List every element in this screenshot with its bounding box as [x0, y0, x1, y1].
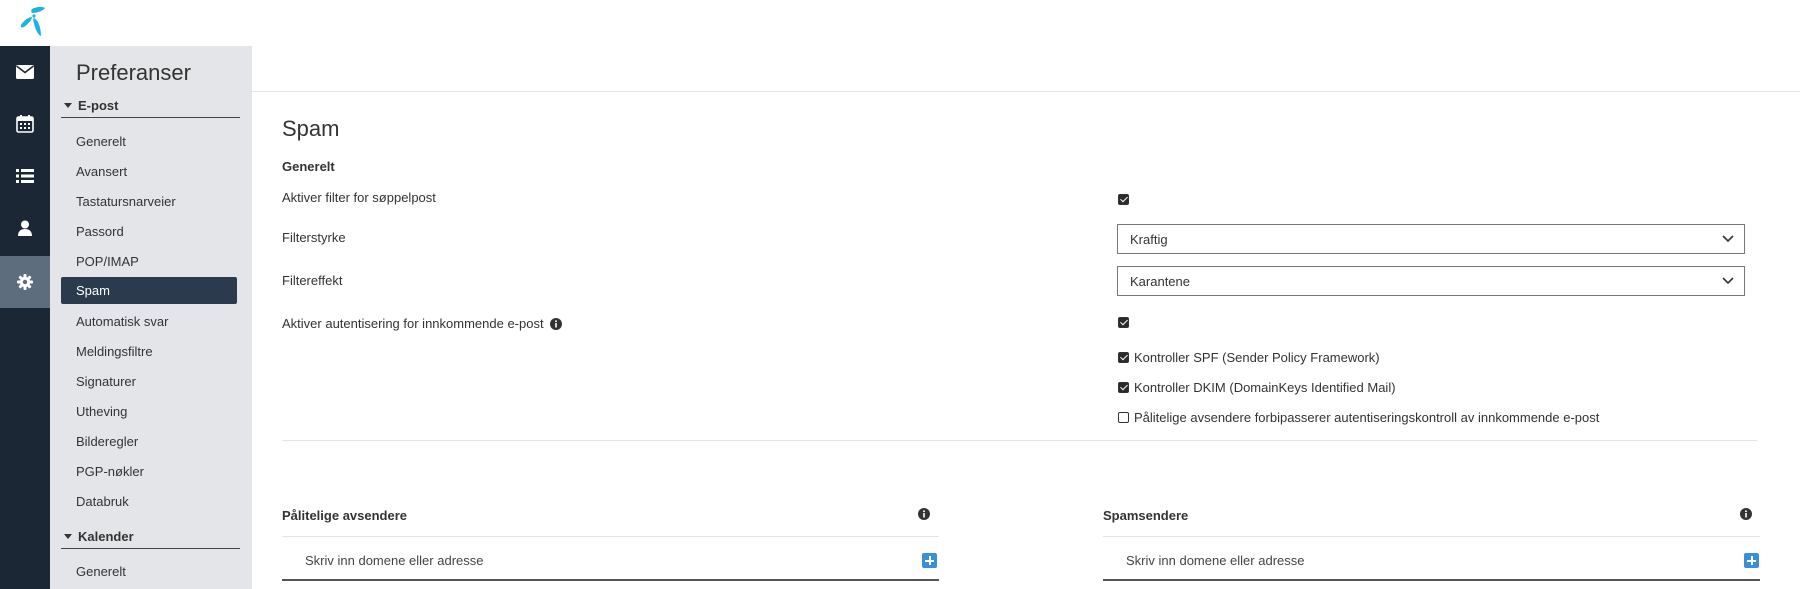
- info-icon[interactable]: [549, 317, 562, 330]
- spam-settings-panel: Spam Generelt Aktiver filter for søppelp…: [252, 46, 1800, 589]
- sidebar-item-image-rules[interactable]: Bilderegler: [61, 428, 237, 455]
- chevron-down-icon: [1722, 277, 1734, 285]
- filter-strength-value: Kraftig: [1130, 231, 1168, 247]
- caret-down-icon: [64, 103, 72, 108]
- gear-icon: [17, 274, 33, 290]
- enable-auth-label: Aktiver autentisering for innkommende e-…: [282, 316, 544, 331]
- add-spam-sender-button[interactable]: [1744, 553, 1759, 568]
- app-nav-rail: [0, 46, 50, 589]
- person-icon: [18, 220, 32, 236]
- sidebar-item-advanced[interactable]: Avansert: [61, 158, 237, 185]
- sidebar-item-data-usage[interactable]: Databruk: [61, 488, 237, 515]
- enable-spam-filter-checkbox[interactable]: [1118, 194, 1129, 205]
- check-dkim-label: Kontroller DKIM (DomainKeys Identified M…: [1134, 380, 1396, 395]
- sidebar-title: Preferanser: [76, 60, 191, 85]
- filter-strength-label: Filterstyrke: [282, 230, 346, 245]
- sidebar-section-calendar[interactable]: Kalender: [61, 525, 240, 549]
- filter-strength-select[interactable]: Kraftig: [1117, 224, 1745, 254]
- sidebar-section-label: Kalender: [78, 529, 134, 544]
- sidebar-item-auto-reply[interactable]: Automatisk svar: [61, 308, 237, 335]
- sidebar-item-password[interactable]: Passord: [61, 218, 237, 245]
- spam-senders-input[interactable]: Skriv inn domene eller adresse: [1103, 541, 1760, 581]
- spam-senders-divider: [1103, 536, 1760, 537]
- sidebar-item-shortcuts[interactable]: Tastatursnarveier: [61, 188, 237, 215]
- sidebar-item-pgp-keys[interactable]: PGP-nøkler: [61, 458, 237, 485]
- sidebar-section-email[interactable]: E-post: [61, 94, 240, 118]
- nav-calendar[interactable]: [0, 98, 50, 150]
- trusted-senders-placeholder: Skriv inn domene eller adresse: [305, 552, 484, 568]
- trusted-senders-heading: Pålitelige avsendere: [282, 508, 408, 523]
- check-spf-checkbox[interactable]: [1118, 352, 1129, 363]
- trusted-senders-divider: [282, 536, 939, 537]
- check-spf-label: Kontroller SPF (Sender Policy Framework): [1134, 350, 1380, 365]
- sidebar-item-calendar-general[interactable]: Generelt: [61, 558, 237, 585]
- filter-effect-select[interactable]: Karantene: [1117, 266, 1745, 296]
- filter-effect-label: Filtereffekt: [282, 273, 343, 288]
- preferences-sidebar: Preferanser E-post Generelt Avansert Tas…: [50, 46, 252, 589]
- page-title: Spam: [282, 116, 340, 141]
- nav-settings[interactable]: [0, 256, 50, 308]
- enable-spam-filter-label: Aktiver filter for søppelpost: [282, 190, 436, 205]
- nav-mail[interactable]: [0, 46, 50, 98]
- info-icon[interactable]: [918, 508, 930, 520]
- list-icon: [16, 169, 34, 183]
- sidebar-item-highlighting[interactable]: Utheving: [61, 398, 237, 425]
- nav-tasks[interactable]: [0, 150, 50, 202]
- sidebar-item-message-filters[interactable]: Meldingsfiltre: [61, 338, 237, 365]
- nav-contacts[interactable]: [0, 202, 50, 254]
- calendar-icon: [16, 115, 34, 133]
- add-trusted-sender-button[interactable]: [922, 553, 937, 568]
- sidebar-section-label: E-post: [78, 98, 119, 113]
- section-heading-general: Generelt: [282, 159, 335, 174]
- trusted-bypass-checkbox[interactable]: [1118, 412, 1129, 423]
- filter-effect-value: Karantene: [1130, 273, 1190, 289]
- info-icon[interactable]: [1740, 508, 1752, 520]
- chevron-down-icon: [1722, 235, 1734, 243]
- trusted-bypass-label: Pålitelige avsendere forbipasserer auten…: [1134, 410, 1600, 425]
- enable-auth-row: Aktiver autentisering for innkommende e-…: [282, 316, 562, 331]
- mail-icon: [16, 65, 34, 79]
- sidebar-item-pop-imap[interactable]: POP/IMAP: [61, 248, 237, 275]
- sidebar-item-general[interactable]: Generelt: [61, 128, 237, 155]
- check-dkim-checkbox[interactable]: [1118, 382, 1129, 393]
- section-divider: [282, 440, 1757, 441]
- spam-senders-heading: Spamsendere: [1103, 508, 1189, 523]
- top-bar: [0, 0, 1800, 46]
- caret-down-icon: [64, 534, 72, 539]
- enable-auth-checkbox[interactable]: [1118, 317, 1129, 328]
- spam-senders-placeholder: Skriv inn domene eller adresse: [1126, 552, 1305, 568]
- telenor-logo-icon[interactable]: [16, 5, 54, 41]
- header-divider: [252, 91, 1800, 92]
- sidebar-item-spam[interactable]: Spam: [61, 277, 237, 304]
- trusted-senders-input[interactable]: Skriv inn domene eller adresse: [282, 541, 939, 581]
- sidebar-item-signatures[interactable]: Signaturer: [61, 368, 237, 395]
